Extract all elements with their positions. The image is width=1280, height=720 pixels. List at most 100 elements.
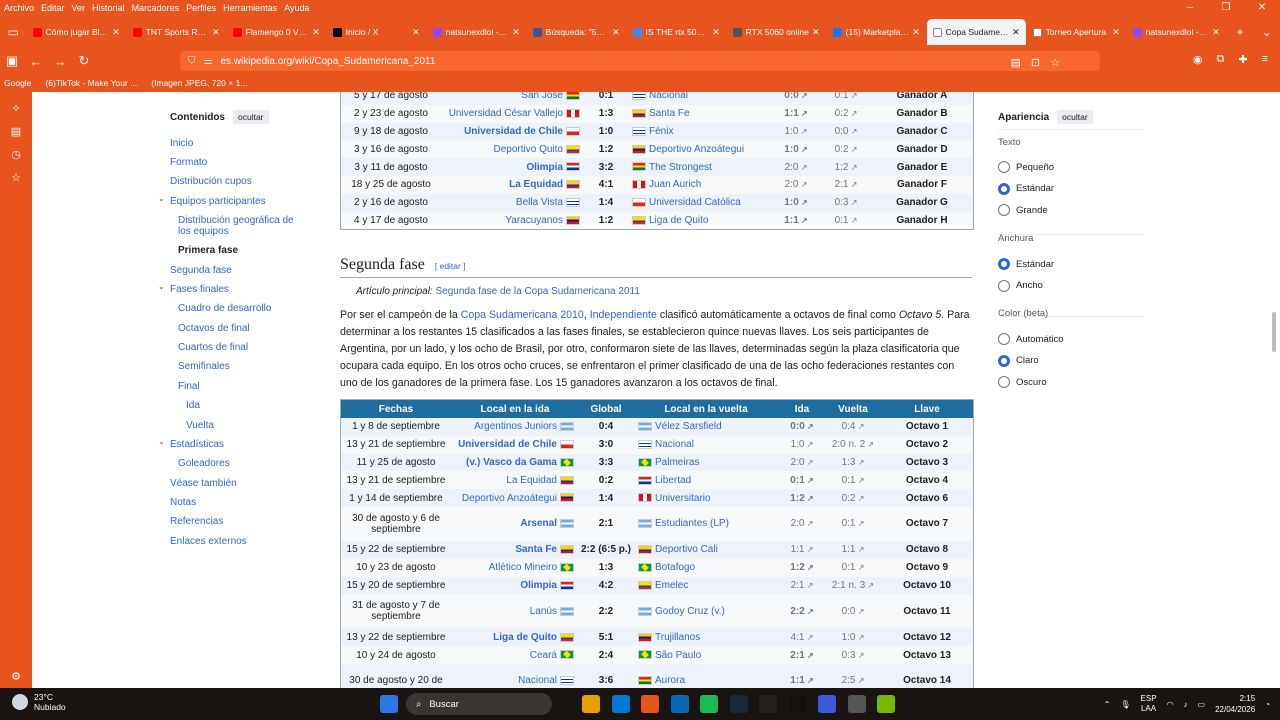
browser-tab[interactable]: IS THE rtx 5060 ti ✕ <box>627 19 726 45</box>
copa-2010-link[interactable]: Copa Sudamericana 2010 <box>461 309 584 321</box>
team-link[interactable]: Godoy Cruz (v.) <box>655 606 725 617</box>
account-icon[interactable]: ◉ <box>1193 53 1203 66</box>
microphone-icon[interactable]: 🎙 <box>1120 700 1130 709</box>
team-link[interactable]: Arsenal <box>520 518 557 529</box>
toc-item[interactable]: Final <box>178 381 200 392</box>
team-link[interactable]: Universidad de Chile <box>458 439 557 450</box>
team-link[interactable]: Liga de Quito <box>649 215 709 226</box>
team-link[interactable]: La Equidad <box>509 179 563 190</box>
first-leg-score[interactable]: 1:1 <box>791 544 805 555</box>
synced-tabs-icon[interactable]: ▤ <box>0 125 32 138</box>
bookmark-item[interactable]: (6)TikTok - Make Your ... <box>45 78 137 88</box>
toc-item[interactable]: Vuelta <box>186 420 214 431</box>
radio-button[interactable] <box>998 161 1010 173</box>
toc-item[interactable]: Cuadro de desarrollo <box>178 303 271 314</box>
radio-option[interactable]: Automático <box>998 333 1064 345</box>
toc-item[interactable]: Goleadores <box>178 458 230 469</box>
team-link[interactable]: Bella Vista <box>516 197 563 208</box>
volume-icon[interactable]: ♪ <box>1184 700 1188 709</box>
menu-item-editar[interactable]: Editar <box>41 3 65 13</box>
team-link[interactable]: Yaracuyanos <box>505 215 563 226</box>
app-menu-icon[interactable]: ≡ <box>1262 53 1268 66</box>
main-article-link[interactable]: Segunda fase de la Copa Sudamericana 201… <box>435 286 639 297</box>
bookmark-star-icon[interactable]: ☆ <box>1050 56 1060 69</box>
sidebar-toggle-icon[interactable]: ▭ <box>0 25 27 39</box>
chevron-down-icon[interactable]: ⌄ <box>158 194 165 203</box>
extension-icon[interactable]: ✚ <box>1238 53 1247 66</box>
first-leg-score[interactable]: 1:0 <box>791 439 805 450</box>
first-leg-score[interactable]: 2:0 <box>785 162 799 173</box>
browser-tab[interactable]: TNT Sports Replay✕ <box>127 19 226 45</box>
toc-item[interactable]: Formato <box>170 157 207 168</box>
toc-item[interactable]: Véase también <box>170 478 237 489</box>
tab-close-icon[interactable]: ✕ <box>512 27 520 38</box>
second-leg-score[interactable]: 2:0 n. 2 <box>832 439 865 450</box>
github-icon[interactable] <box>847 695 866 713</box>
toc-item[interactable]: Segunda fase <box>170 265 232 276</box>
toc-item[interactable]: Enlaces externos <box>170 536 247 547</box>
second-leg-score[interactable]: 0:0 <box>835 126 849 137</box>
tab-close-icon[interactable]: ✕ <box>112 27 120 38</box>
battery-icon[interactable]: ▭ <box>1198 700 1206 709</box>
team-link[interactable]: Nacional <box>518 675 557 686</box>
extensions-icon[interactable]: ⧉ <box>1217 53 1225 66</box>
second-leg-score[interactable]: 0:1 <box>835 215 849 226</box>
team-link[interactable]: The Strongest <box>649 162 712 173</box>
second-leg-score[interactable]: 1:3 <box>842 457 856 468</box>
second-leg-score[interactable]: 1:1 <box>842 544 856 555</box>
radio-button[interactable] <box>998 258 1010 270</box>
notification-icon[interactable]: ◔ <box>1265 700 1270 709</box>
team-link[interactable]: Nacional <box>649 92 688 101</box>
radio-option[interactable]: Pequeño <box>998 161 1054 173</box>
radio-option[interactable]: Claro <box>998 354 1039 367</box>
file-explorer-icon[interactable] <box>582 695 600 713</box>
reload-icon[interactable]: ↻ <box>72 53 96 69</box>
first-leg-score[interactable]: 1:1 <box>790 675 804 686</box>
minimize-icon[interactable]: – <box>1172 0 1208 16</box>
ai-icon[interactable]: ✧ <box>0 102 32 115</box>
team-link[interactable]: Universidad de Chile <box>464 126 563 137</box>
radio-button[interactable] <box>998 333 1010 345</box>
menu-item-historial[interactable]: Historial <box>92 3 125 13</box>
tab-close-icon[interactable]: ✕ <box>212 27 220 38</box>
toc-item[interactable]: Primera fase <box>178 245 238 256</box>
first-leg-score[interactable]: 2:0 <box>791 457 805 468</box>
first-leg-score[interactable]: 1:1 <box>784 108 798 119</box>
history-icon[interactable]: ◷ <box>0 148 32 161</box>
team-link[interactable]: São Paulo <box>655 650 701 661</box>
team-link[interactable]: Santa Fe <box>515 544 557 555</box>
team-link[interactable]: Aurora <box>655 675 685 686</box>
first-leg-score[interactable]: 2:1 <box>791 580 805 591</box>
tab-close-icon[interactable]: ✕ <box>412 27 420 38</box>
toc-item[interactable]: Cuartos de final <box>178 342 248 353</box>
radio-option[interactable]: Grande <box>998 204 1048 216</box>
toc-item[interactable]: Estadísticas <box>170 439 224 450</box>
toc-item[interactable]: Semifinales <box>178 361 230 372</box>
browser-tab[interactable]: Búsqueda: "5060 ✕ <box>527 19 626 45</box>
radio-option[interactable]: Oscuro <box>998 376 1047 388</box>
independiente-link[interactable]: Independiente <box>590 309 657 321</box>
app-icon[interactable] <box>759 695 777 713</box>
edit-link[interactable]: editar <box>440 261 461 271</box>
spotify-icon[interactable] <box>700 695 718 713</box>
close-window-icon[interactable]: ✕ <box>1244 0 1280 16</box>
toc-item[interactable]: Distribución geográfica de los equipos <box>178 215 308 237</box>
tray-chevron-icon[interactable]: ⌃ <box>1104 700 1111 709</box>
second-leg-score[interactable]: 0:1 <box>842 475 856 486</box>
tab-close-icon[interactable]: ✕ <box>1012 27 1020 38</box>
first-leg-score[interactable]: 0:0 <box>790 421 804 432</box>
first-leg-score[interactable]: 1:0 <box>784 144 798 155</box>
mail-icon[interactable] <box>670 695 689 713</box>
menu-item-ver[interactable]: Ver <box>72 3 86 13</box>
steam-icon[interactable] <box>729 695 748 713</box>
toc-item[interactable]: Equipos participantes <box>170 196 266 207</box>
team-link[interactable]: Emelec <box>655 580 688 591</box>
tab-close-icon[interactable]: ✕ <box>612 27 620 38</box>
team-link[interactable]: Juan Aurich <box>649 179 701 190</box>
forward-icon[interactable]: → <box>48 54 72 69</box>
team-link[interactable]: Olimpia <box>520 580 557 591</box>
first-leg-score[interactable]: 1:2 <box>790 562 804 573</box>
browser-tab[interactable]: RTX 5060 online ✕ <box>727 19 826 45</box>
first-leg-score[interactable]: 2:0 <box>791 518 805 529</box>
menu-item-archivo[interactable]: Archivo <box>4 3 34 13</box>
